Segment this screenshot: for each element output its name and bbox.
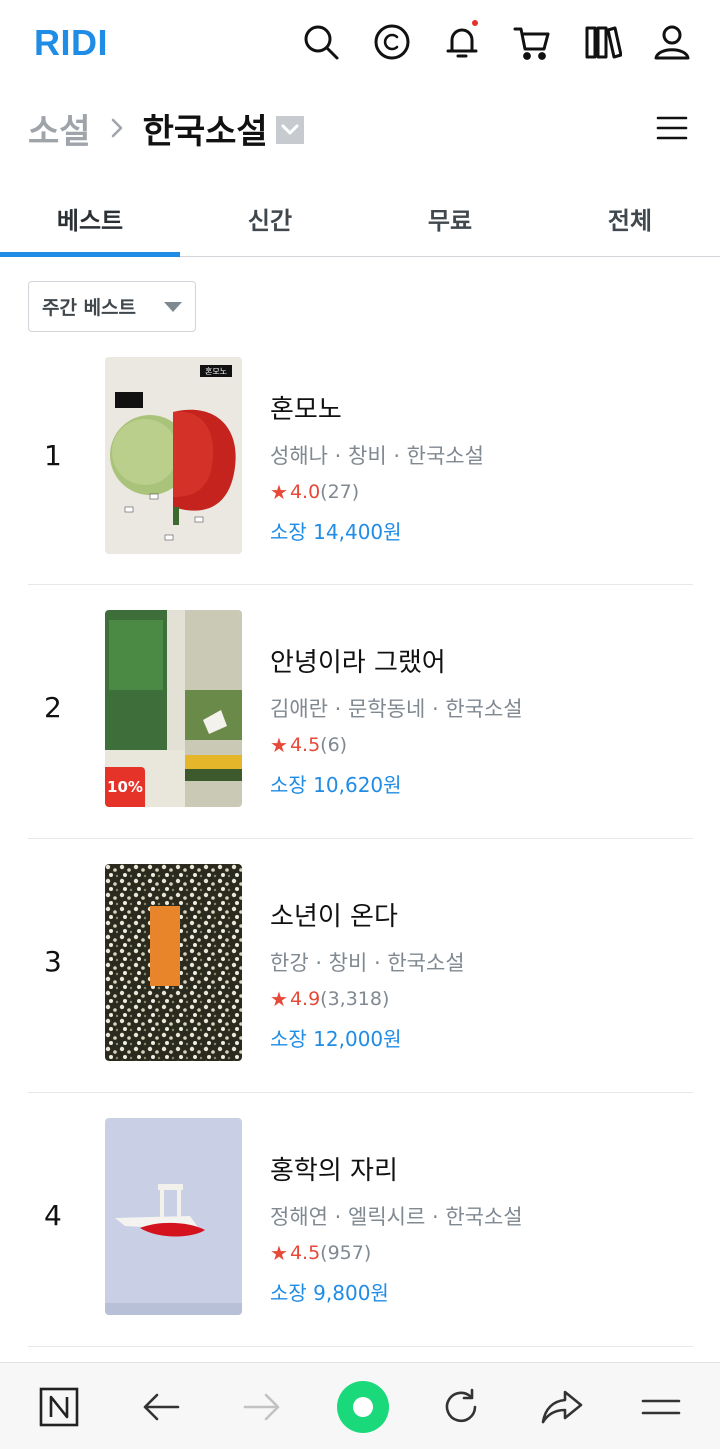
- breadcrumb-parent[interactable]: 소설: [28, 104, 91, 153]
- search-icon[interactable]: [301, 20, 341, 64]
- book-price: 소장 14,400원: [270, 520, 402, 544]
- book-publisher[interactable]: 문학동네: [348, 697, 425, 721]
- book-price: 소장 9,800원: [270, 1281, 389, 1305]
- book-title[interactable]: 소년이 온다: [270, 896, 465, 933]
- menu-icon[interactable]: [637, 1383, 685, 1431]
- book-meta: 성해나 · 창비 · 한국소설: [270, 444, 484, 468]
- book-cover[interactable]: [105, 1118, 242, 1315]
- hamburger-menu-icon[interactable]: [654, 110, 690, 146]
- rating-count: (6): [320, 734, 348, 756]
- star-icon: ★: [270, 480, 288, 504]
- book-rank: 4: [44, 1199, 62, 1232]
- naver-icon[interactable]: [35, 1383, 83, 1431]
- book-cover[interactable]: 혼모노: [105, 357, 242, 554]
- rating-score: 4.5: [289, 734, 321, 756]
- book-rank: 3: [44, 945, 62, 978]
- book-author[interactable]: 김애란: [270, 697, 328, 721]
- book-title[interactable]: 홍학의 자리: [270, 1150, 523, 1187]
- book-rating: ★ 4.5 (6): [270, 733, 523, 757]
- back-icon[interactable]: [137, 1383, 185, 1431]
- book-meta: 정해연 · 엘릭시르 · 한국소설: [270, 1205, 523, 1229]
- rating-count: (27): [320, 481, 360, 503]
- tab-new[interactable]: 신간: [180, 180, 360, 256]
- cash-icon[interactable]: [372, 20, 412, 64]
- book-info: 혼모노 성해나 · 창비 · 한국소설 ★ 4.0 (27) 소장 14,400…: [270, 389, 484, 545]
- book-category[interactable]: 한국소설: [407, 444, 484, 468]
- rating-score: 4.0: [289, 481, 321, 503]
- book-cover[interactable]: 10%: [105, 610, 242, 807]
- star-icon: ★: [270, 733, 288, 757]
- app-header: RIDI: [0, 0, 720, 86]
- book-rating: ★ 4.9 (3,318): [270, 987, 465, 1011]
- book-category[interactable]: 한국소설: [445, 697, 522, 721]
- book-author[interactable]: 정해연: [270, 1205, 328, 1229]
- book-list-item[interactable]: 1 혼모노 혼모노 성해나 · 창비 · 한국소설 ★ 4.0 (27) 소장: [28, 331, 693, 585]
- bell-icon[interactable]: [442, 20, 482, 64]
- rating-score: 4.9: [289, 988, 321, 1010]
- browser-toolbar: [0, 1362, 720, 1449]
- book-rating: ★ 4.5 (957): [270, 1241, 523, 1265]
- book-price: 소장 10,620원: [270, 773, 402, 797]
- book-publisher[interactable]: 창비: [348, 444, 387, 468]
- book-author[interactable]: 성해나: [270, 444, 328, 468]
- book-info: 안녕이라 그랬어 김애란 · 문학동네 · 한국소설 ★ 4.5 (6) 소장 …: [270, 642, 523, 798]
- book-meta: 한강 · 창비 · 한국소설: [270, 951, 465, 975]
- period-filter-label: 주간 베스트: [42, 297, 137, 319]
- book-publisher[interactable]: 창비: [329, 951, 368, 975]
- book-publisher[interactable]: 엘릭시르: [348, 1205, 425, 1229]
- home-circle-icon[interactable]: [336, 1380, 390, 1434]
- book-info: 홍학의 자리 정해연 · 엘릭시르 · 한국소설 ★ 4.5 (957) 소장 …: [270, 1150, 523, 1306]
- book-cover[interactable]: [105, 864, 242, 1061]
- category-dropdown-button[interactable]: [275, 116, 304, 144]
- book-rank: 2: [44, 691, 62, 724]
- svg-text:혼모노: 혼모노: [205, 366, 227, 376]
- book-list-item[interactable]: 3 소년이 온다 한강 · 창비 · 한국소설 ★ 4.9 (3,318) 소장…: [28, 839, 693, 1093]
- tab-all[interactable]: 전체: [540, 180, 720, 256]
- rating-count: (3,318): [320, 988, 390, 1010]
- book-meta: 김애란 · 문학동네 · 한국소설: [270, 697, 523, 721]
- rating-count: (957): [320, 1242, 372, 1264]
- tab-bar: 베스트 신간 무료 전체: [0, 180, 720, 257]
- book-author[interactable]: 한강: [270, 951, 309, 975]
- library-icon[interactable]: [583, 20, 623, 64]
- notification-dot: [472, 20, 478, 26]
- star-icon: ★: [270, 987, 288, 1011]
- breadcrumb: 소설 한국소설: [28, 102, 304, 154]
- rating-score: 4.5: [289, 1242, 321, 1264]
- book-rank: 1: [44, 439, 62, 472]
- tab-free[interactable]: 무료: [360, 180, 540, 256]
- book-category[interactable]: 한국소설: [445, 1205, 522, 1229]
- book-price: 소장 12,000원: [270, 1027, 402, 1051]
- period-filter-select[interactable]: 주간 베스트: [28, 281, 196, 332]
- user-icon[interactable]: [652, 20, 692, 64]
- book-category[interactable]: 한국소설: [387, 951, 464, 975]
- book-list-item[interactable]: 4 홍학의 자리 정해연 · 엘릭시르 · 한국소설 ★ 4.5 (957) 소…: [28, 1093, 693, 1347]
- breadcrumb-current: 한국소설: [142, 111, 268, 152]
- ridi-logo[interactable]: RIDI: [34, 22, 108, 64]
- book-rating: ★ 4.0 (27): [270, 480, 484, 504]
- discount-badge: 10%: [105, 767, 145, 807]
- chevron-right-icon: [97, 108, 137, 148]
- cart-icon[interactable]: [512, 20, 552, 64]
- share-icon[interactable]: [538, 1383, 586, 1431]
- book-title[interactable]: 안녕이라 그랬어: [270, 642, 523, 679]
- caret-down-icon: [164, 302, 182, 312]
- book-list-item[interactable]: 2 10% 안녕이라 그랬어 김애란 · 문학동네 · 한국소설 ★ 4.5 (…: [28, 585, 693, 839]
- tab-best[interactable]: 베스트: [0, 180, 180, 257]
- book-info: 소년이 온다 한강 · 창비 · 한국소설 ★ 4.9 (3,318) 소장 1…: [270, 896, 465, 1052]
- forward-icon[interactable]: [238, 1383, 286, 1431]
- refresh-icon[interactable]: [437, 1383, 485, 1431]
- book-title[interactable]: 혼모노: [270, 389, 484, 426]
- star-icon: ★: [270, 1241, 288, 1265]
